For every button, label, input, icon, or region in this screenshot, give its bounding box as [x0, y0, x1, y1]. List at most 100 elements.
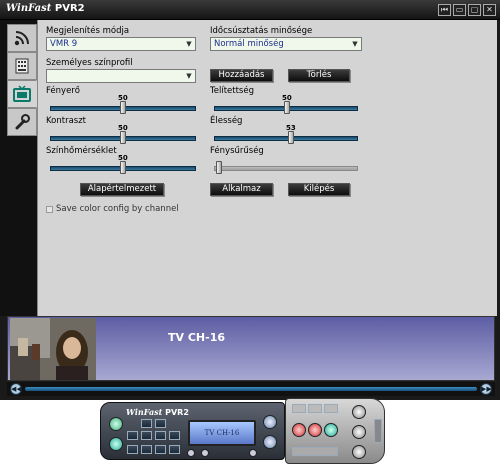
video-thumbnail[interactable]: [10, 318, 96, 380]
render-mode-label: Megjelenítés módja: [46, 26, 130, 36]
broadcast-icon: [14, 31, 29, 46]
checkbox-box[interactable]: [46, 205, 53, 213]
slider-thumb[interactable]: [120, 101, 126, 114]
deinterlace-select[interactable]: Normál minőség ▼: [210, 37, 362, 51]
render-mode-select[interactable]: VMR 9 ▼: [46, 37, 196, 51]
fast-forward-icon[interactable]: ▶▶: [480, 383, 492, 395]
save-per-channel-checkbox[interactable]: Save color config by channel: [46, 204, 179, 214]
dropdown-arrow-icon: ▼: [352, 40, 358, 48]
slider-track: [214, 166, 358, 171]
saturation-label: Telítettség: [210, 86, 254, 96]
mode-button-1[interactable]: [141, 419, 152, 428]
power-icon[interactable]: [109, 417, 123, 431]
brightness-slider[interactable]: 50: [50, 94, 196, 116]
collapse-arrow-icon[interactable]: [374, 419, 382, 443]
record-icon[interactable]: [109, 437, 123, 451]
tab-settings[interactable]: [7, 108, 37, 136]
mode-button-9[interactable]: [155, 445, 166, 454]
saturation-slider[interactable]: 50: [214, 94, 358, 116]
app-version: PVR2: [54, 3, 85, 14]
transport-bar[interactable]: [292, 447, 338, 456]
channel-up-icon[interactable]: [263, 415, 277, 429]
sharpness-slider[interactable]: 53: [214, 124, 358, 146]
close-button[interactable]: ✕: [483, 4, 496, 16]
window-controls: ⏮ ▭ ▢ ✕: [438, 4, 496, 16]
dropdown-arrow-icon: ▼: [186, 40, 192, 48]
deinterlace-value: Normál minőség: [214, 39, 284, 49]
volume-down-icon[interactable]: [187, 449, 195, 457]
main-window: WinFast PVR2 ⏮ ▭ ▢ ✕ Megjelenítés módja …: [0, 0, 500, 400]
mini-remote: WinFast PVR2 TV CH-16: [100, 398, 390, 464]
add-profile-button[interactable]: Hozzáadás: [210, 69, 273, 82]
tv-icon: [13, 85, 31, 102]
remote-side-panel: [285, 398, 385, 464]
volume-slider-thumb[interactable]: [201, 449, 209, 457]
maximize-button[interactable]: ▢: [468, 4, 481, 16]
video-frame-image: [10, 318, 96, 380]
mode-button-3[interactable]: [127, 431, 138, 440]
tv-preview-strip: TV CH-16: [7, 316, 495, 381]
play-button-icon[interactable]: [324, 423, 338, 437]
sharpness-label: Élesség: [210, 116, 243, 126]
timeshift-button-icon[interactable]: [308, 423, 322, 437]
seek-track[interactable]: [25, 387, 477, 391]
render-mode-value: VMR 9: [50, 39, 78, 49]
remote-version: PVR2: [165, 408, 189, 417]
minimize-button[interactable]: ▭: [453, 4, 466, 16]
dropdown-arrow-icon: ▼: [186, 72, 192, 80]
channel-name: TV CH-16: [168, 331, 225, 344]
deinterlace-label: Időcsúsztatás minősége: [210, 26, 313, 36]
slider-thumb[interactable]: [120, 131, 126, 144]
color-temp-label: Színhőmérséklet: [46, 146, 117, 156]
remote-brand: WinFast: [126, 407, 163, 417]
color-profile-label: Személyes színprofil: [46, 58, 133, 68]
delete-profile-button[interactable]: Törlés: [288, 69, 350, 82]
color-profile-select[interactable]: ▼: [46, 69, 196, 83]
contrast-slider[interactable]: 50: [50, 124, 196, 146]
slider-thumb[interactable]: [288, 131, 294, 144]
title-bar[interactable]: WinFast PVR2 ⏮ ▭ ▢ ✕: [0, 0, 500, 20]
apply-button[interactable]: Alkalmaz: [210, 183, 273, 196]
contrast-label: Kontraszt: [46, 116, 86, 126]
next-button[interactable]: [324, 404, 338, 413]
side-tabs: [0, 20, 38, 316]
mode-button-8[interactable]: [141, 445, 152, 454]
channel-down-icon[interactable]: [263, 435, 277, 449]
color-temp-slider[interactable]: 50: [50, 154, 196, 176]
mode-button-6[interactable]: [169, 431, 180, 440]
video-settings-panel: Megjelenítés módja VMR 9 ▼ Időcsúsztatás…: [37, 20, 497, 316]
mode-button-2[interactable]: [155, 419, 166, 428]
tab-tv[interactable]: [7, 80, 37, 108]
volume-up-icon[interactable]: [249, 449, 257, 457]
save-per-channel-label: Save color config by channel: [56, 204, 179, 214]
exit-button[interactable]: Kilépés: [288, 183, 350, 196]
mode-button-4[interactable]: [141, 431, 152, 440]
wrench-icon: [15, 114, 30, 130]
prev-button[interactable]: [308, 404, 322, 413]
remote-body: WinFast PVR2 TV CH-16: [100, 402, 285, 460]
mode-button-10[interactable]: [169, 445, 180, 454]
snapshot-icon[interactable]: [352, 405, 366, 419]
app-title: WinFast PVR2: [6, 3, 85, 14]
record-button-icon[interactable]: [292, 423, 306, 437]
slider-track: [214, 136, 358, 141]
tab-record[interactable]: [7, 24, 37, 52]
seek-bar[interactable]: ◀◀ ▶▶: [7, 382, 495, 396]
slider-thumb[interactable]: [284, 101, 290, 114]
remote-logo: WinFast PVR2: [126, 407, 189, 417]
skip-back-button[interactable]: [292, 404, 306, 413]
stop-icon[interactable]: [352, 445, 366, 459]
rewind-icon[interactable]: ◀◀: [10, 383, 22, 395]
mode-button-7[interactable]: [127, 445, 138, 454]
gamma-slider: [214, 158, 358, 176]
skip-back-icon[interactable]: ⏮: [438, 4, 451, 16]
mode-button-5[interactable]: [155, 431, 166, 440]
remote-lcd: TV CH-16: [188, 420, 256, 446]
remote-keypad-icon: [15, 58, 29, 74]
default-button[interactable]: Alapértelmezett: [80, 183, 164, 196]
mute-icon[interactable]: [352, 425, 366, 439]
tab-keyboard[interactable]: [7, 52, 37, 80]
brightness-label: Fényerő: [46, 86, 80, 96]
slider-thumb: [216, 161, 222, 174]
slider-thumb[interactable]: [120, 161, 126, 174]
